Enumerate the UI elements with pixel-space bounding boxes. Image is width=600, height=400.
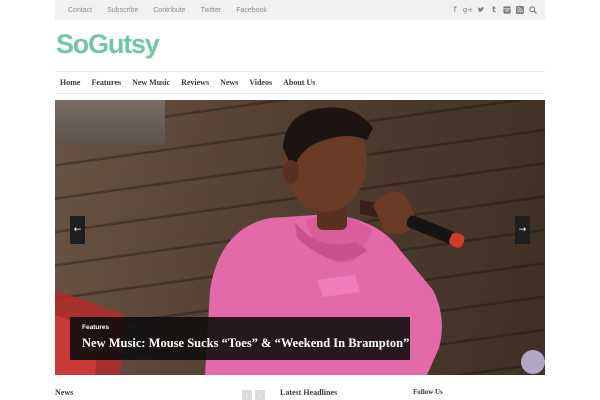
top-links: Contact Subscribe Contribute Twitter Fac… xyxy=(68,0,267,20)
slide-title[interactable]: New Music: Mouse Sucks “Toes” & “Weekend… xyxy=(82,336,409,351)
latest-headlines-heading: Latest Headlines xyxy=(280,388,338,397)
rss-icon[interactable] xyxy=(516,6,524,14)
slider-next-button[interactable]: → xyxy=(515,216,530,244)
nav-item-about-us[interactable]: About Us xyxy=(283,78,315,87)
news-heading: News xyxy=(55,388,74,397)
tumblr-icon[interactable]: t xyxy=(490,6,498,14)
follow-us-heading: Follow Us xyxy=(413,388,443,396)
top-link-facebook[interactable]: Facebook xyxy=(236,7,267,14)
nav-item-home[interactable]: Home xyxy=(60,78,80,87)
site-logo[interactable]: SoGutsy xyxy=(56,28,160,60)
arrow-left-icon: ← xyxy=(73,225,82,235)
arrow-right-icon: → xyxy=(518,225,527,235)
nav-item-features[interactable]: Features xyxy=(91,78,121,87)
social-icons: f g+ t xyxy=(451,0,537,20)
top-link-contribute[interactable]: Contribute xyxy=(153,7,185,14)
chevron-left-icon: ‹ xyxy=(245,391,249,399)
nav-item-reviews[interactable]: Reviews xyxy=(181,78,209,87)
twitter-icon[interactable] xyxy=(477,6,485,14)
slide-caption[interactable]: Features New Music: Mouse Sucks “Toes” &… xyxy=(70,317,410,360)
nav-item-news[interactable]: News xyxy=(220,78,238,87)
featured-slider[interactable]: ← → Features New Music: Mouse Sucks “Toe… xyxy=(55,100,545,375)
instagram-icon[interactable] xyxy=(503,6,511,14)
facebook-icon[interactable]: f xyxy=(451,6,459,14)
nav-item-new-music[interactable]: New Music xyxy=(132,78,170,87)
top-link-subscribe[interactable]: Subscribe xyxy=(107,7,138,14)
main-nav: Home Features New Music Reviews News Vid… xyxy=(55,71,545,94)
top-bar: Contact Subscribe Contribute Twitter Fac… xyxy=(55,0,545,20)
search-icon[interactable] xyxy=(529,6,537,14)
nav-item-videos[interactable]: Videos xyxy=(249,78,272,87)
chevron-right-icon: › xyxy=(258,391,262,399)
news-next-button[interactable]: › xyxy=(255,390,265,400)
top-link-twitter[interactable]: Twitter xyxy=(201,7,222,14)
slider-prev-button[interactable]: ← xyxy=(70,216,85,244)
top-link-contact[interactable]: Contact xyxy=(68,7,92,14)
slide-category[interactable]: Features xyxy=(82,324,109,331)
google-plus-icon[interactable]: g+ xyxy=(463,6,473,14)
news-prev-button[interactable]: ‹ xyxy=(242,390,252,400)
